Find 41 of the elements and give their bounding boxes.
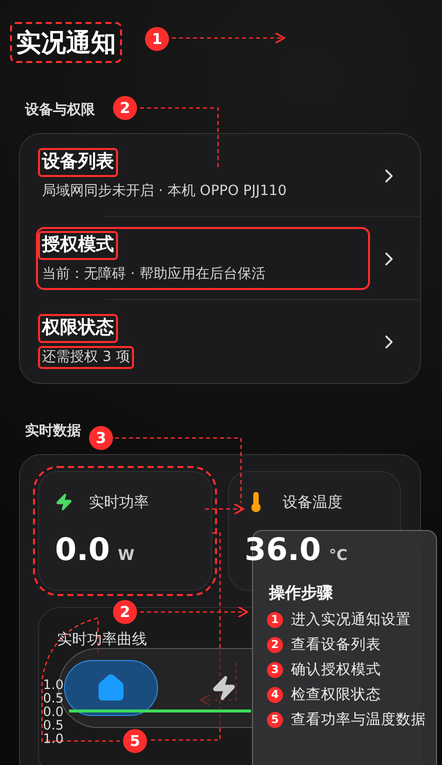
step-number: 1 — [267, 612, 283, 628]
callout-badge: 3 — [89, 426, 113, 450]
step-number: 3 — [267, 662, 283, 678]
step-text: 查看设备列表 — [291, 636, 381, 654]
callout-badge: 1 — [145, 27, 169, 51]
row-title: 授权模式 — [38, 231, 118, 260]
step-text: 进入实况通知设置 — [291, 610, 411, 629]
callout-badge: 2 — [113, 96, 137, 120]
page-title: 实况通知 — [10, 22, 122, 63]
row-subtitle: 当前：无障碍 · 帮助应用在后台保活 — [41, 264, 266, 284]
step-number: 4 — [267, 686, 283, 702]
settings-row[interactable]: 设备列表 局域网同步未开启 · 本机 OPPO PJJ110 — [20, 134, 420, 217]
home-icon — [96, 673, 126, 703]
row-subtitle: 还需授权 3 项 — [38, 346, 134, 369]
panel-title: 操作步骤 — [269, 583, 333, 603]
step-text: 查看功率与温度数据 — [291, 710, 426, 729]
lightning-icon — [211, 675, 237, 701]
metric-unit: °C — [329, 546, 348, 564]
axis-tick-label: 0.0 — [43, 705, 64, 720]
step-number: 2 — [267, 636, 283, 652]
nav-button[interactable] — [64, 660, 158, 716]
metric-label: 实时功率 — [89, 492, 149, 512]
axis-tick-label: 1.0 — [43, 732, 64, 744]
settings-row[interactable]: 权限状态 还需授权 3 项 — [20, 300, 420, 383]
row-title: 权限状态 — [38, 314, 118, 342]
metric-value: 36.0 — [244, 532, 321, 568]
step-text: 确认授权模式 — [291, 661, 381, 679]
section-label: 实时数据 — [25, 422, 81, 440]
axis-tick-label: 0.5 — [43, 718, 64, 734]
metric-label: 设备温度 — [282, 492, 342, 512]
step-text: 检查权限状态 — [291, 686, 381, 704]
metric-value: 0.0 — [55, 532, 110, 568]
chart-title: 实时功率曲线 — [57, 630, 147, 648]
section-label: 设备与权限 — [25, 101, 95, 119]
row-title: 设备列表 — [38, 148, 118, 176]
axis-tick-label: 0.5 — [43, 692, 64, 706]
row-subtitle: 局域网同步未开启 · 本机 OPPO PJJ110 — [41, 182, 288, 200]
step-number: 5 — [267, 712, 283, 728]
lightning-icon — [55, 493, 73, 511]
metric-unit: W — [118, 546, 134, 564]
axis-tick-label: 1.0 — [43, 678, 64, 693]
